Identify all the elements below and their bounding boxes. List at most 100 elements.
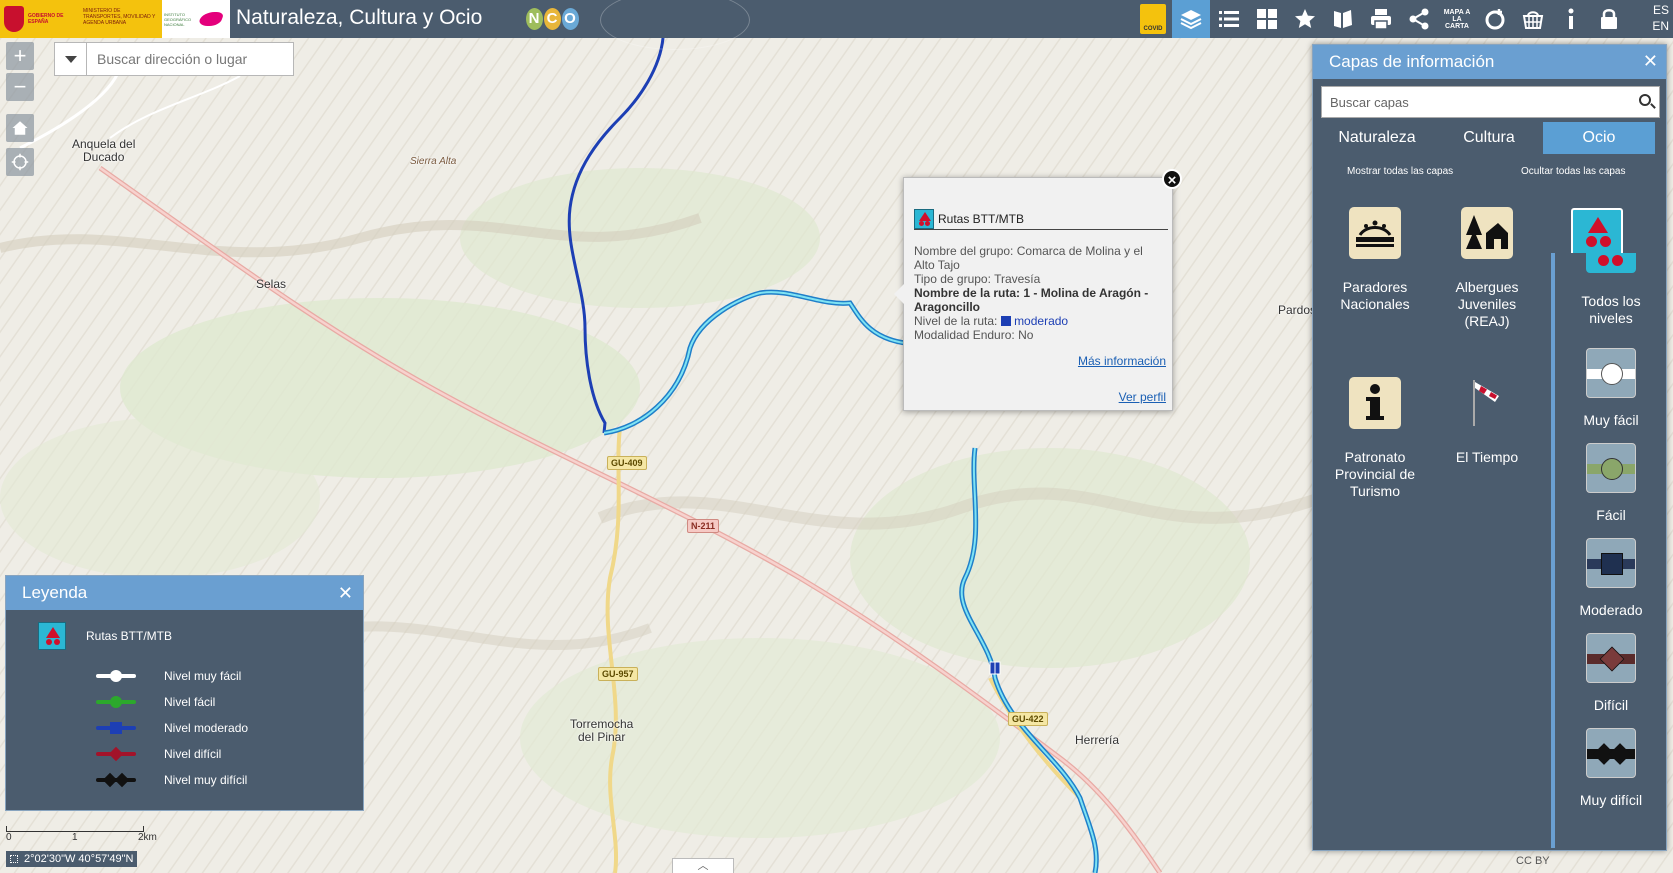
layers-search-input[interactable] <box>1322 88 1622 116</box>
road-label: GU-957 <box>598 667 638 681</box>
btt-route-icon <box>914 208 934 229</box>
sublevel-muy-dificil[interactable]: Muy difícil <box>1561 728 1661 809</box>
sublevel-muy-facil[interactable]: Muy fácil <box>1561 348 1661 429</box>
locate-icon <box>11 153 29 171</box>
muy-dificil-icon <box>1586 728 1636 778</box>
sublevel-label: Fácil <box>1596 507 1626 523</box>
scale-bar: 0 1 2km <box>6 826 166 844</box>
place-label: Herrería <box>1075 733 1120 747</box>
coat-of-arms-icon <box>4 6 24 32</box>
share-button[interactable] <box>1400 0 1438 38</box>
popup-tipo: Tipo de grupo: Travesía <box>914 272 1164 286</box>
grid-icon <box>1257 9 1277 29</box>
more-info-link[interactable]: Más información <box>1078 354 1166 368</box>
legend-item: Nivel moderado <box>96 721 248 735</box>
legend-list-button[interactable] <box>1210 0 1248 38</box>
crosshair-icon <box>10 855 18 863</box>
legend-layer-name: Rutas BTT/MTB <box>86 629 173 643</box>
popup-header: Rutas BTT/MTB <box>914 208 1168 230</box>
sublevel-dificil[interactable]: Difícil <box>1561 633 1661 714</box>
covid-icon: COVID <box>1140 4 1166 34</box>
sublevel-todos[interactable]: Todos los niveles <box>1561 253 1661 327</box>
favorites-button[interactable] <box>1286 0 1324 38</box>
bottom-panel-toggle[interactable]: ︿ <box>672 858 734 873</box>
muy-facil-symbol <box>96 670 136 682</box>
sublevel-facil[interactable]: Fácil <box>1561 443 1661 524</box>
search-input[interactable] <box>87 44 287 74</box>
sublevel-label: Muy difícil <box>1579 792 1643 808</box>
road-label: GU-422 <box>1008 712 1048 726</box>
moderado-level-icon <box>1000 316 1011 326</box>
todos-niveles-icon <box>1586 253 1636 273</box>
coordinates-display[interactable]: 2°02'30"W 40°57'49"N <box>6 851 138 867</box>
facil-icon <box>1586 443 1636 493</box>
place-label: Torremocha del Pinar <box>570 717 634 744</box>
layers-search <box>1321 86 1660 118</box>
popup-title: Rutas BTT/MTB <box>938 211 1025 226</box>
lock-button[interactable] <box>1590 0 1628 38</box>
bookmark-button[interactable] <box>1324 0 1362 38</box>
dificil-icon <box>1586 633 1636 683</box>
popup-enduro: Modalidad Enduro: No <box>914 328 1164 342</box>
scale-label: 2km <box>138 832 157 843</box>
layer-el-tiempo[interactable]: El Tiempo <box>1431 377 1543 466</box>
layers-header: Capas de información <box>1313 45 1666 79</box>
print-button[interactable] <box>1362 0 1400 38</box>
zoom-out-button[interactable]: − <box>6 73 34 101</box>
layer-patronato[interactable]: Patronato Provincial de Turismo <box>1319 377 1431 500</box>
basemaps-button[interactable] <box>1248 0 1286 38</box>
mapa-a-la-carta-button[interactable]: MAPA A LA CARTA <box>1438 0 1476 38</box>
dificil-symbol <box>96 746 136 762</box>
sublevel-moderado[interactable]: Moderado <box>1561 538 1661 619</box>
tipo-label: Tipo de grupo: <box>914 272 991 286</box>
legend-close-button[interactable]: ✕ <box>338 583 353 604</box>
turismo-logo-icon <box>194 0 228 38</box>
add-data-button[interactable] <box>1476 0 1514 38</box>
search-source-dropdown[interactable] <box>55 43 87 75</box>
tab-ocio[interactable]: Ocio <box>1543 122 1655 154</box>
nco-logo: N C O <box>524 4 580 34</box>
language-selector[interactable]: ES EN <box>1652 2 1669 34</box>
enduro-value: No <box>1018 328 1034 342</box>
sublevel-label: Difícil <box>1593 697 1629 713</box>
basket-button[interactable] <box>1514 0 1552 38</box>
legend-item-label: Nivel moderado <box>164 721 249 735</box>
legend-item: Nivel fácil <box>96 695 215 709</box>
muy-dificil-symbol <box>96 772 136 788</box>
nivel-label: Nivel de la ruta: <box>914 314 998 328</box>
info-button[interactable] <box>1552 0 1590 38</box>
layers-title: Capas de información <box>1329 52 1495 71</box>
layers-button[interactable] <box>1172 0 1210 38</box>
legend-panel: Leyenda ✕ Rutas BTT/MTB Nivel muy fácil … <box>5 575 364 811</box>
hide-all-layers-link[interactable]: Ocultar todas las capas <box>1521 166 1626 177</box>
search-icon[interactable] <box>1639 94 1651 106</box>
info-icon <box>1349 377 1401 429</box>
attribution[interactable]: CC BY <box>1516 855 1550 867</box>
dots-icon <box>1586 236 1597 247</box>
triangle-icon <box>1588 217 1608 233</box>
layers-close-button[interactable]: ✕ <box>1643 51 1658 72</box>
layer-albergues[interactable]: Albergues Juveniles (REAJ) <box>1431 207 1543 330</box>
mapa-a-la-carta-icon: MAPA A LA CARTA <box>1443 8 1471 30</box>
popup-grupo: Nombre del grupo: Comarca de Molina y el… <box>914 244 1164 272</box>
legend-item-label: Nivel muy fácil <box>164 669 242 683</box>
home-button[interactable] <box>6 114 34 142</box>
sublevel-label: Muy fácil <box>1583 412 1639 428</box>
address-search <box>54 42 294 76</box>
view-profile-link[interactable]: Ver perfil <box>1119 390 1166 404</box>
btt-sublevels-list: Todos los niveles Muy fácil Fácil Modera… <box>1551 253 1662 848</box>
legend-item: Nivel muy fácil <box>96 669 241 683</box>
show-all-layers-link[interactable]: Mostrar todas las capas <box>1347 166 1453 177</box>
tab-cultura[interactable]: Cultura <box>1433 122 1545 154</box>
layer-paradores[interactable]: Paradores Nacionales <box>1319 207 1431 313</box>
ruta-label: Nombre de la ruta: <box>914 286 1021 300</box>
locate-button[interactable] <box>6 148 34 176</box>
popup-close-button[interactable]: × <box>1162 169 1182 189</box>
zoom-in-button[interactable]: + <box>6 42 34 70</box>
covid-button[interactable]: COVID <box>1134 0 1172 38</box>
tab-naturaleza[interactable]: Naturaleza <box>1321 122 1433 154</box>
basket-icon <box>1522 11 1544 29</box>
tipo-value: Travesía <box>994 272 1041 286</box>
scale-label: 1 <box>72 832 78 843</box>
place-label: Sierra Alta <box>410 156 457 167</box>
